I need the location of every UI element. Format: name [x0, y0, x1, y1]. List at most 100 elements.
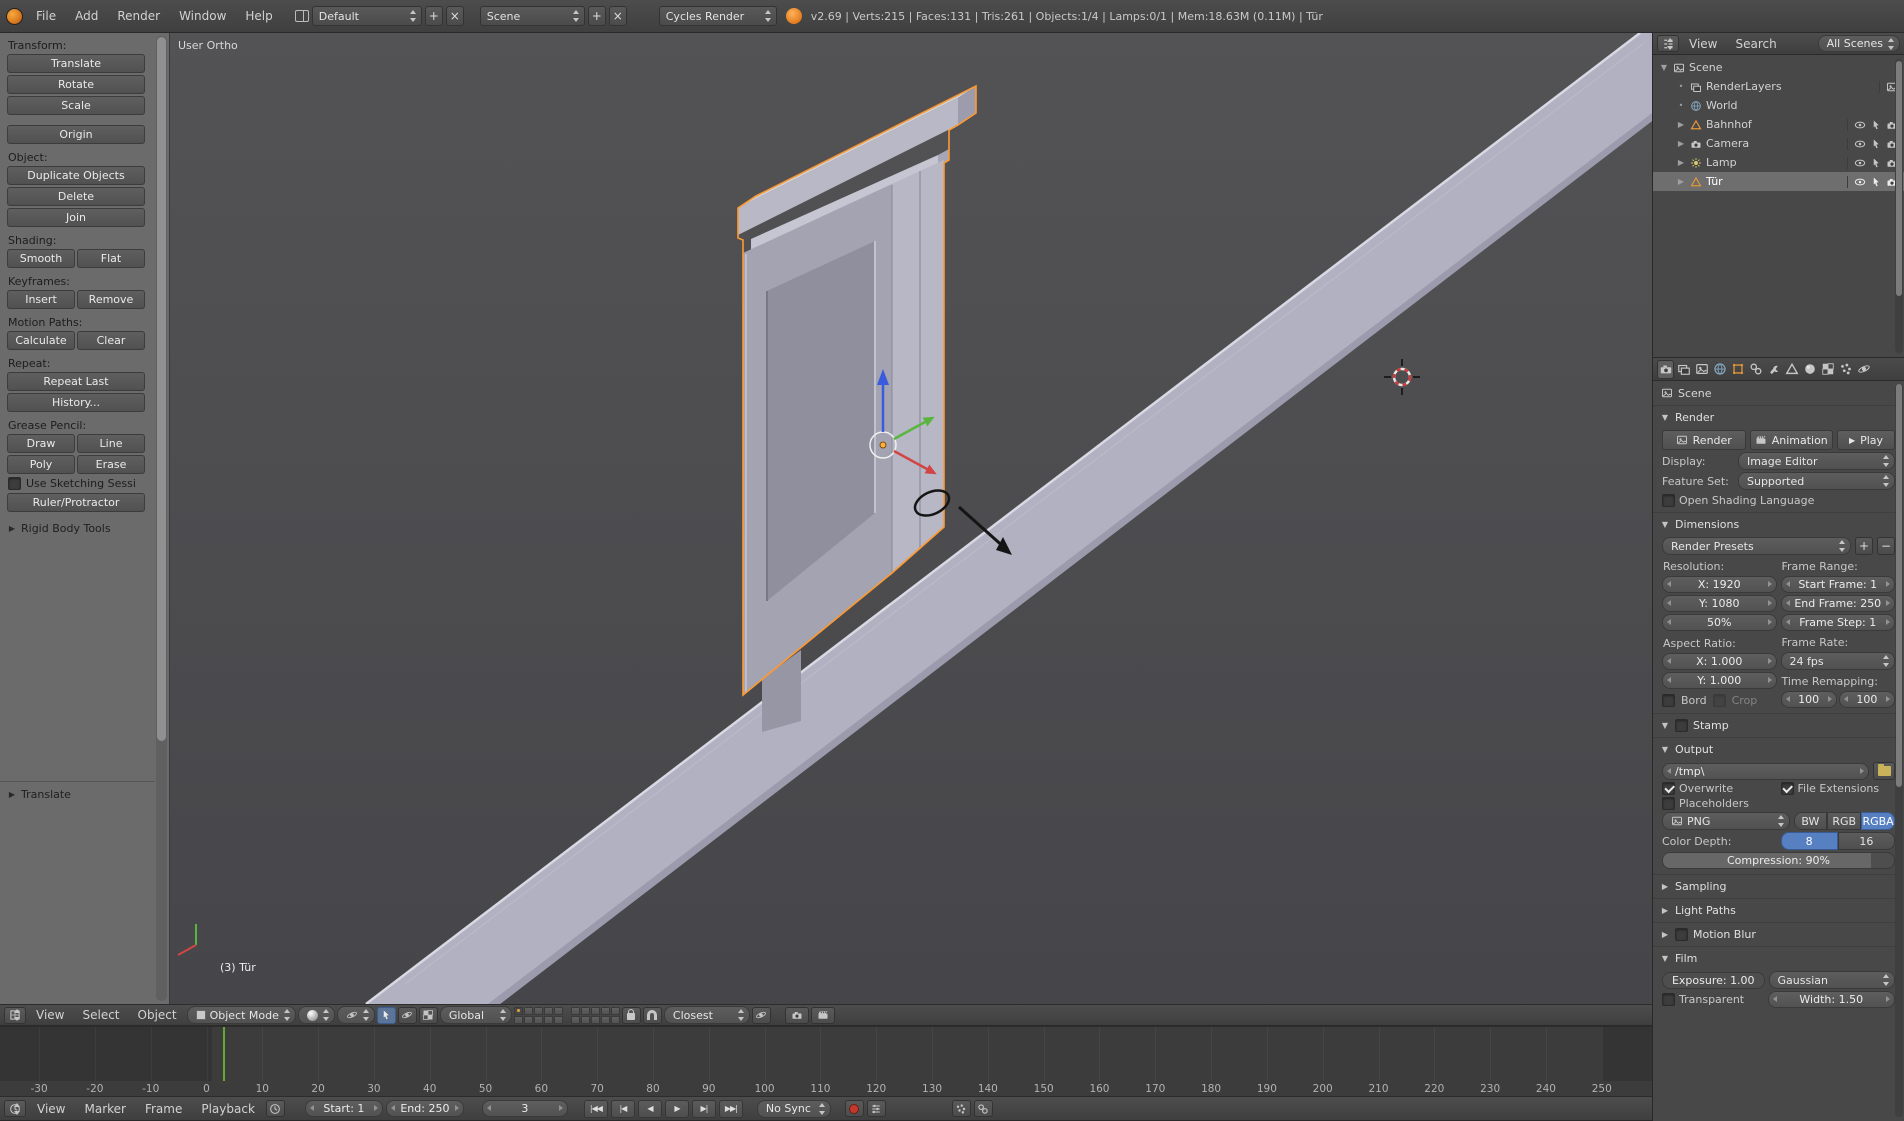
transparent-checkbox[interactable]: [1662, 993, 1675, 1006]
menu-file[interactable]: File: [28, 6, 64, 26]
preview-range-toggle[interactable]: [266, 1100, 285, 1117]
tab-material[interactable]: [1801, 360, 1818, 379]
viewport-menu-object[interactable]: Object: [130, 1005, 185, 1025]
selectable-icon[interactable]: [1870, 176, 1882, 188]
layer-toggle[interactable]: [524, 1007, 533, 1015]
next-keyframe-button[interactable]: ▶|: [692, 1100, 716, 1118]
layer-toggle[interactable]: [581, 1007, 590, 1015]
rgb-button[interactable]: RGB: [1827, 812, 1861, 830]
previous-keyframe-button[interactable]: |◀: [611, 1100, 635, 1118]
render-animation-button[interactable]: Animation: [1750, 430, 1834, 450]
tab-render-layers[interactable]: [1675, 360, 1692, 379]
smooth-button[interactable]: Smooth: [7, 249, 75, 268]
outliner-menu-search[interactable]: Search: [1727, 34, 1784, 54]
resolution-y-field[interactable]: Y: 1080: [1662, 595, 1777, 612]
filter-width-field[interactable]: Width: 1.50: [1768, 991, 1896, 1008]
timeline[interactable]: -30-20-100102030405060708090100110120130…: [0, 1026, 1652, 1096]
compression-slider[interactable]: Compression: 90%: [1662, 852, 1895, 869]
visibility-eye-icon[interactable]: [1854, 119, 1866, 131]
output-panel-header[interactable]: ▼ Output: [1653, 738, 1904, 761]
menu-help[interactable]: Help: [237, 6, 280, 26]
rotate-button[interactable]: Rotate: [7, 75, 145, 94]
history-button[interactable]: History...: [7, 393, 145, 412]
jump-to-end-button[interactable]: ▶▶|: [719, 1100, 743, 1118]
menu-add[interactable]: Add: [67, 6, 106, 26]
depth-16-button[interactable]: 16: [1838, 832, 1895, 850]
visibility-eye-icon[interactable]: [1854, 157, 1866, 169]
filter-type-dropdown[interactable]: Gaussian: [1769, 971, 1896, 989]
menu-window[interactable]: Window: [171, 6, 234, 26]
timeline-menu-marker[interactable]: Marker: [76, 1099, 133, 1119]
file-format-dropdown[interactable]: PNG: [1662, 812, 1790, 830]
outliner-menu-view[interactable]: View: [1681, 34, 1725, 54]
expand-icon[interactable]: ▶: [1676, 139, 1686, 148]
bw-button[interactable]: BW: [1794, 812, 1828, 830]
play-button[interactable]: ▶: [665, 1100, 689, 1118]
lock-to-scene-toggle[interactable]: [622, 1007, 641, 1024]
film-panel-header[interactable]: ▼ Film: [1653, 947, 1904, 970]
opengl-render-anim-button[interactable]: [811, 1007, 835, 1024]
snap-toggle[interactable]: [643, 1007, 662, 1024]
layer-toggle[interactable]: [554, 1016, 563, 1024]
tool-shelf-scrollbar[interactable]: [156, 36, 167, 1001]
manipulator-translate-toggle[interactable]: [377, 1007, 396, 1024]
editor-type-button[interactable]: [4, 1007, 26, 1024]
layer-toggle[interactable]: [544, 1007, 553, 1015]
orientation-dropdown[interactable]: Global: [440, 1006, 512, 1024]
start-frame-field[interactable]: Start: 1: [305, 1100, 383, 1117]
rail-object[interactable]: [366, 33, 1652, 1004]
blender-logo-icon[interactable]: [6, 8, 23, 25]
display-dropdown[interactable]: Image Editor: [1738, 452, 1895, 470]
tab-object-data[interactable]: [1783, 360, 1800, 379]
tab-modifiers[interactable]: [1765, 360, 1782, 379]
depth-8-button[interactable]: 8: [1781, 832, 1838, 850]
outliner-row-lamp[interactable]: ▶ Lamp: [1653, 153, 1904, 172]
file-browse-button[interactable]: [1873, 762, 1895, 780]
outliner-row-camera[interactable]: ▶ Camera: [1653, 134, 1904, 153]
tab-object[interactable]: [1729, 360, 1746, 379]
close-layout-button[interactable]: ×: [446, 6, 464, 26]
resolution-percentage-slider[interactable]: 50%: [1662, 614, 1777, 631]
origin-button[interactable]: Origin: [7, 125, 145, 144]
layer-toggle[interactable]: [544, 1016, 553, 1024]
ruler-protractor-button[interactable]: Ruler/Protractor: [7, 493, 145, 512]
manipulator-scale-toggle[interactable]: [419, 1007, 438, 1024]
crop-checkbox[interactable]: [1713, 694, 1726, 707]
keying-set-button[interactable]: [867, 1100, 886, 1117]
stamp-panel-header[interactable]: ▼ Stamp: [1653, 714, 1904, 737]
overwrite-checkbox[interactable]: [1662, 782, 1675, 795]
repeat-last-button[interactable]: Repeat Last: [7, 372, 145, 391]
delete-keyframe-icon-button[interactable]: [974, 1100, 993, 1117]
visibility-eye-icon[interactable]: [1854, 138, 1866, 150]
outliner-row-bahnhof[interactable]: ▶ Bahnhof: [1653, 115, 1904, 134]
close-scene-button[interactable]: ×: [609, 6, 627, 26]
gp-erase-button[interactable]: Erase: [77, 455, 145, 474]
outliner-row-world[interactable]: • World: [1653, 96, 1904, 115]
opengl-render-button[interactable]: [785, 1007, 809, 1024]
outliner-row-scene[interactable]: ▼ Scene: [1653, 58, 1904, 77]
calculate-paths-button[interactable]: Calculate: [7, 331, 75, 350]
border-checkbox[interactable]: [1662, 694, 1675, 707]
timeline-menu-playback[interactable]: Playback: [193, 1099, 263, 1119]
insert-keyframe-button[interactable]: Insert: [7, 290, 75, 309]
expand-icon[interactable]: ▶: [1676, 177, 1686, 186]
viewport-3d[interactable]: User Ortho (3) Tür: [170, 33, 1652, 1004]
tab-texture[interactable]: [1819, 360, 1836, 379]
frame-step-field[interactable]: Frame Step: 1: [1781, 614, 1896, 631]
sketching-sessions-checkbox[interactable]: [8, 477, 21, 490]
layer-toggle[interactable]: [611, 1007, 620, 1015]
timeline-menu-view[interactable]: View: [29, 1099, 73, 1119]
layer-toggle[interactable]: [534, 1016, 543, 1024]
layer-toggle[interactable]: [571, 1007, 580, 1015]
visibility-eye-icon[interactable]: [1854, 176, 1866, 188]
layer-toggle[interactable]: [581, 1016, 590, 1024]
render-presets-dropdown[interactable]: Render Presets: [1662, 537, 1851, 555]
screen-layout-selector[interactable]: Default: [312, 6, 422, 26]
tab-world[interactable]: [1711, 360, 1728, 379]
outliner-filter-dropdown[interactable]: All Scenes: [1818, 35, 1900, 52]
layer-toggle[interactable]: [611, 1016, 620, 1024]
light-paths-panel-header[interactable]: ▶ Light Paths: [1653, 899, 1904, 922]
clear-paths-button[interactable]: Clear: [77, 331, 145, 350]
selectable-icon[interactable]: [1870, 138, 1882, 150]
osl-checkbox[interactable]: [1662, 494, 1675, 507]
